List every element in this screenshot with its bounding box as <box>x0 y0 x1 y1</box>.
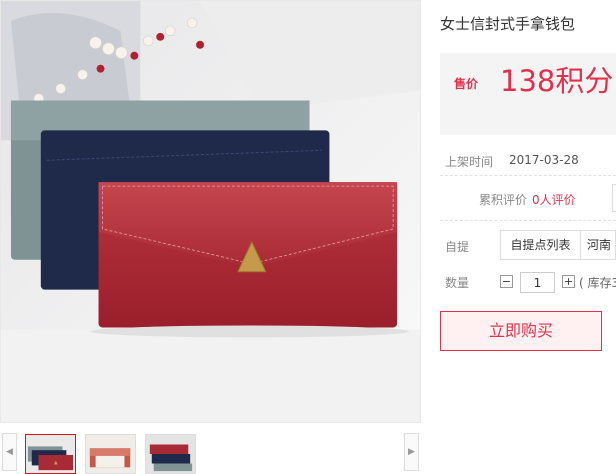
pickup-selector: 自提点列表 河南 <box>500 230 616 260</box>
list-date-value: 2017-03-28 <box>509 153 579 167</box>
main-product-image <box>0 0 421 423</box>
thumbnail-strip: ◀ ▶ <box>0 430 421 474</box>
reviews-count-link[interactable]: 0人评价 <box>532 191 576 208</box>
pickup-list-button[interactable]: 自提点列表 <box>501 231 581 259</box>
thumbnail-prev-arrow[interactable]: ◀ <box>2 433 17 471</box>
quantity-increment-button[interactable]: + <box>562 275 575 288</box>
thumbnail-3[interactable] <box>145 434 196 474</box>
thumbnail-1[interactable] <box>25 434 76 474</box>
thumbnail-2[interactable] <box>85 434 136 474</box>
price-box: 售价 138积分 <box>440 53 616 135</box>
quantity-decrement-button[interactable]: − <box>500 275 513 288</box>
wallet-photo <box>1 1 420 422</box>
divider <box>440 175 616 176</box>
product-title: 女士信封式手拿钱包 <box>440 15 576 33</box>
buy-now-button[interactable]: 立即购买 <box>440 311 602 351</box>
divider <box>440 220 616 221</box>
reviews-label: 累积评价 <box>479 193 528 207</box>
pickup-label: 自提 <box>445 240 470 254</box>
thumbnail-image <box>86 435 135 473</box>
reviews-tab-edge <box>612 184 616 212</box>
thumbnail-image <box>146 435 195 473</box>
thumbnail-next-arrow[interactable]: ▶ <box>404 433 419 471</box>
price-value: 138积分 <box>500 64 614 98</box>
quantity-label: 数量 <box>445 276 470 290</box>
list-date-label: 上架时间 <box>445 155 494 169</box>
pickup-region-select[interactable]: 河南 <box>587 231 611 259</box>
price-label: 售价 <box>454 77 479 91</box>
thumbnail-image <box>26 435 75 473</box>
quantity-input[interactable] <box>520 272 555 293</box>
stock-text: ( 库存3 <box>579 276 616 290</box>
